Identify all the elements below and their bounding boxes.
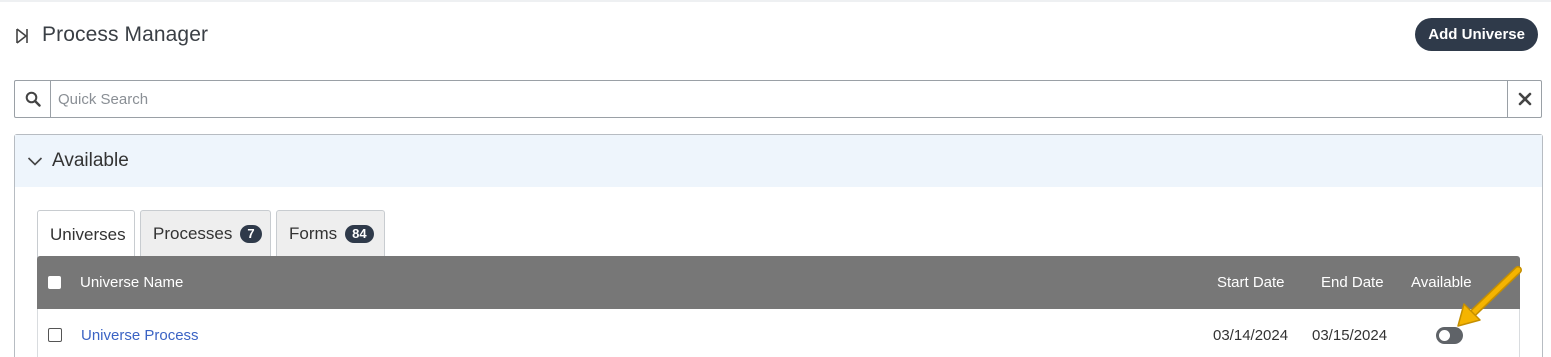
- page-title: Process Manager: [42, 23, 209, 46]
- quick-search-bar: [14, 80, 1542, 118]
- grid-header: Universe Name Start Date End Date Availa…: [37, 256, 1520, 309]
- tab-label: Processes: [153, 224, 233, 243]
- column-end-date[interactable]: End Date: [1321, 274, 1384, 291]
- close-icon: [1518, 92, 1531, 106]
- available-panel: Available Universes Processes 7 Forms 84…: [14, 134, 1543, 357]
- top-divider: [0, 0, 1551, 2]
- available-toggle[interactable]: [1436, 327, 1463, 344]
- count-badge: 7: [240, 225, 262, 243]
- tab-label: Universes: [50, 224, 126, 244]
- count-badge: 84: [345, 225, 374, 243]
- tab-forms[interactable]: Forms 84: [276, 210, 385, 257]
- tab-label: Forms: [289, 224, 338, 243]
- play-outline-icon: [14, 26, 30, 46]
- universe-name-link[interactable]: Universe Process: [81, 327, 199, 344]
- table-row: Universe Process 03/14/2024 03/15/2024: [37, 309, 1520, 357]
- panel-title: Available: [52, 150, 129, 171]
- row-checkbox[interactable]: [48, 328, 62, 342]
- end-date-cell: 03/15/2024: [1312, 327, 1388, 344]
- quick-search-input[interactable]: [58, 88, 1458, 110]
- select-all-checkbox[interactable]: [48, 276, 61, 289]
- tab-processes[interactable]: Processes 7: [140, 210, 271, 257]
- tab-universes[interactable]: Universes: [37, 210, 135, 258]
- available-panel-header[interactable]: Available: [15, 135, 1542, 187]
- column-available[interactable]: Available: [1411, 274, 1472, 291]
- clear-search-button[interactable]: [1507, 81, 1541, 117]
- column-universe-name[interactable]: Universe Name: [80, 274, 183, 291]
- page-header: Process Manager Add Universe: [14, 18, 1538, 52]
- column-start-date[interactable]: Start Date: [1217, 274, 1285, 291]
- toggle-knob: [1439, 330, 1450, 341]
- start-date-cell: 03/14/2024: [1213, 327, 1289, 344]
- search-icon: [15, 81, 51, 117]
- chevron-down-icon: [27, 154, 43, 172]
- add-universe-button[interactable]: Add Universe: [1415, 18, 1538, 51]
